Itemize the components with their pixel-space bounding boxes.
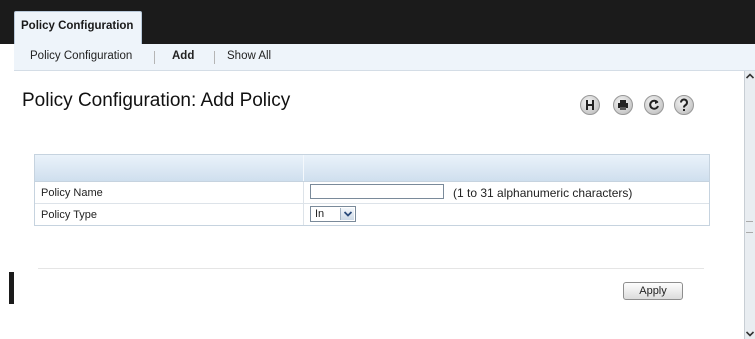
- save-icon[interactable]: [580, 95, 600, 115]
- sub-navigation: Policy Configuration Add Show All: [14, 44, 755, 71]
- apply-button[interactable]: Apply: [623, 282, 683, 300]
- chevron-down-icon[interactable]: [340, 208, 354, 220]
- table-header: [35, 155, 709, 182]
- table-row-policy-type: Policy Type In: [35, 204, 709, 225]
- policy-name-label: Policy Name: [41, 187, 103, 199]
- policy-type-label: Policy Type: [41, 209, 98, 221]
- help-icon[interactable]: [674, 95, 694, 115]
- scrollbar-grip[interactable]: [746, 221, 753, 233]
- subnav-item-show-all[interactable]: Show All: [227, 50, 271, 62]
- table-row-policy-name: Policy Name (1 to 31 alphanumeric charac…: [35, 182, 709, 204]
- subnav-item-add[interactable]: Add: [172, 50, 194, 62]
- scroll-down-icon[interactable]: [745, 329, 755, 339]
- vertical-scrollbar[interactable]: [744, 71, 755, 339]
- subnav-item-policy-configuration[interactable]: Policy Configuration: [30, 50, 132, 62]
- scroll-up-icon[interactable]: [745, 71, 755, 81]
- section-divider: [38, 268, 704, 269]
- tab-label: Policy Configuration: [21, 20, 134, 32]
- left-edge-marker: [9, 272, 14, 304]
- policy-type-select[interactable]: In: [310, 206, 356, 222]
- refresh-icon[interactable]: [644, 95, 664, 115]
- subnav-separator: [154, 51, 155, 64]
- print-icon[interactable]: [613, 95, 633, 115]
- policy-form-table: Policy Name (1 to 31 alphanumeric charac…: [34, 154, 710, 226]
- page-title: Policy Configuration: Add Policy: [22, 90, 291, 111]
- content-panel: Policy Configuration: Add Policy Policy …: [14, 71, 744, 339]
- policy-name-input[interactable]: [310, 184, 444, 199]
- tab-policy-configuration[interactable]: Policy Configuration: [14, 11, 142, 44]
- policy-name-hint: (1 to 31 alphanumeric characters): [453, 186, 633, 200]
- subnav-separator: [214, 51, 215, 64]
- policy-type-value: In: [315, 208, 325, 220]
